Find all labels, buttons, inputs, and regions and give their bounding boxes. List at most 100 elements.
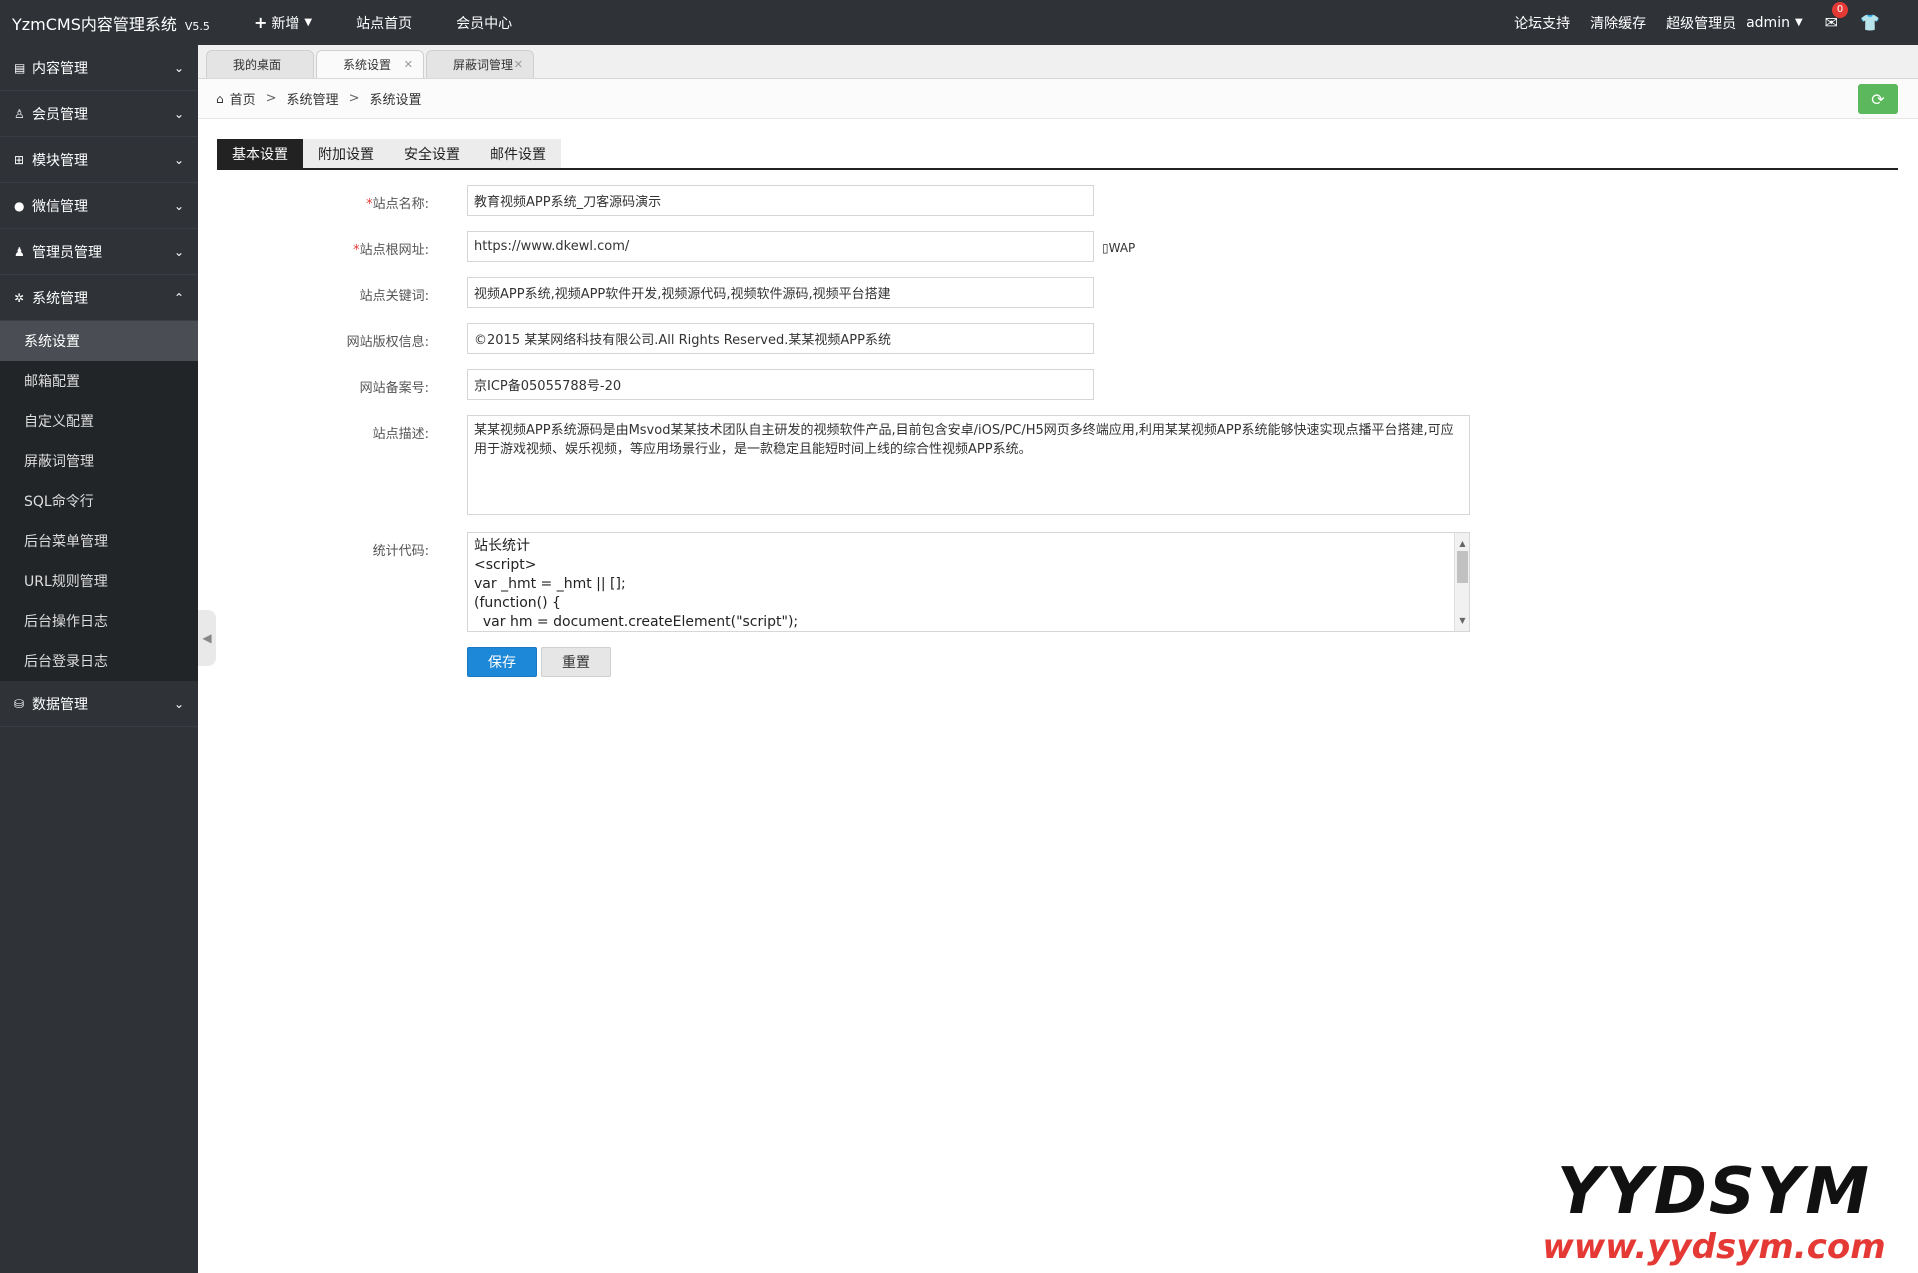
- sidebar-group-system[interactable]: ✲ 系统管理 ⌃: [0, 275, 198, 321]
- wechat-icon: ●: [14, 198, 25, 213]
- form-buttons: 保存 重置: [467, 647, 615, 677]
- user-role: 超级管理员: [1666, 15, 1737, 32]
- sidebar-item-login-log[interactable]: 后台登录日志: [0, 641, 198, 681]
- chevron-down-icon: ⌄: [173, 152, 184, 167]
- sidebar-item-operation-log[interactable]: 后台操作日志: [0, 601, 198, 641]
- icp-input[interactable]: 京ICP备05055788号-20: [467, 369, 1094, 400]
- form-row-site-name: *站点名称: 教育视频APP系统_刀客源码演示: [217, 185, 1898, 216]
- close-icon[interactable]: ✕: [514, 58, 523, 71]
- description-label: 站点描述:: [372, 427, 429, 442]
- forum-support-link[interactable]: 论坛支持: [1504, 13, 1580, 33]
- reset-button[interactable]: 重置: [541, 647, 611, 677]
- copyright-input[interactable]: ©2015 某某网络科技有限公司.All Rights Reserved.某某视…: [467, 323, 1094, 354]
- mail-icon[interactable]: ✉ 0: [1813, 2, 1850, 32]
- tab-extra-settings[interactable]: 附加设置: [303, 139, 389, 168]
- mobile-icon: ▯: [1102, 241, 1109, 255]
- watermark-big: YYDSYM: [1557, 1155, 1871, 1229]
- chevron-down-icon: ⌄: [173, 244, 184, 259]
- refresh-button[interactable]: ⟳: [1858, 84, 1898, 114]
- keywords-input[interactable]: 视频APP系统,视频APP软件开发,视频源代码,视频软件源码,视频平台搭建: [467, 277, 1094, 308]
- refresh-icon: ⟳: [1871, 89, 1885, 109]
- watermark-logo: YYDSYM www.yydsym.com: [1524, 1157, 1904, 1267]
- site-name-input[interactable]: 教育视频APP系统_刀客源码演示: [467, 185, 1094, 216]
- top-bar: YzmCMS内容管理系统 V5.5 + 新增 ▼ 站点首页 会员中心 论坛支持 清…: [0, 0, 1918, 45]
- sidebar-item-sql-console[interactable]: SQL命令行: [0, 481, 198, 521]
- chevron-down-icon: ⌄: [173, 106, 184, 121]
- wap-link[interactable]: ▯WAP: [1102, 231, 1135, 262]
- sidebar-group-member[interactable]: ♙ 会员管理 ⌄: [0, 91, 198, 137]
- sidebar-group-label: 系统管理: [32, 290, 88, 307]
- close-icon[interactable]: ✕: [404, 58, 413, 71]
- grid-icon: ⊞: [14, 152, 25, 167]
- sidebar-item-word-filter[interactable]: 屏蔽词管理: [0, 441, 198, 481]
- code-line: (function() {: [474, 595, 561, 611]
- sidebar-item-url-rules[interactable]: URL规则管理: [0, 561, 198, 601]
- breadcrumb: ⌂ 首页 > 系统管理 > 系统设置 ⟳: [198, 79, 1918, 119]
- form-row-icp: 网站备案号: 京ICP备05055788号-20: [217, 369, 1898, 400]
- icp-label: 网站备案号:: [359, 381, 429, 396]
- tab-security-settings[interactable]: 安全设置: [389, 139, 475, 168]
- site-name-label: *站点名称:: [366, 197, 429, 212]
- site-url-input[interactable]: https://www.dkewl.com/: [467, 231, 1094, 262]
- tab-basic-settings[interactable]: 基本设置: [217, 139, 303, 168]
- sidebar-group-label: 数据管理: [32, 696, 88, 713]
- sidebar-group-label: 微信管理: [32, 198, 88, 215]
- stats-code-textarea[interactable]: 站长统计 <script> var _hmt = _hmt || []; (fu…: [467, 532, 1470, 632]
- system-submenu: 系统设置 邮箱配置 自定义配置 屏蔽词管理 SQL命令行 后台菜单管理 URL规…: [0, 321, 198, 681]
- code-scrollbar[interactable]: ▲ ▼: [1454, 533, 1469, 631]
- chevron-down-icon: ⌄: [173, 60, 184, 75]
- user-menu[interactable]: 超级管理员 admin ▼: [1656, 13, 1813, 33]
- watermark-url: www.yydsym.com: [1542, 1227, 1886, 1267]
- breadcrumb-separator: >: [265, 91, 277, 106]
- site-url-label: *站点根网址:: [353, 243, 429, 258]
- code-line: 站长统计: [474, 538, 530, 554]
- top-nav: + 新增 ▼ 站点首页 会员中心: [232, 0, 534, 45]
- brand[interactable]: YzmCMS内容管理系统 V5.5: [0, 11, 232, 35]
- home-icon: ⌂: [216, 91, 224, 106]
- chevron-down-icon: ▼: [1794, 17, 1803, 28]
- sidebar-collapse-handle[interactable]: ◀: [198, 610, 216, 666]
- add-new-menu[interactable]: + 新增 ▼: [232, 0, 334, 45]
- tab-word-filter[interactable]: 屏蔽词管理 ✕: [426, 50, 534, 78]
- sidebar-group-admin[interactable]: ♟ 管理员管理 ⌄: [0, 229, 198, 275]
- description-textarea[interactable]: 某某视频APP系统源码是由Msvod某某技术团队自主研发的视频软件产品,目前包含…: [467, 415, 1470, 515]
- member-center-label: 会员中心: [456, 15, 513, 32]
- tab-label: 屏蔽词管理: [453, 58, 514, 72]
- tab-mail-settings[interactable]: 邮件设置: [475, 139, 561, 168]
- sidebar-item-mail-config[interactable]: 邮箱配置: [0, 361, 198, 401]
- plus-icon: +: [254, 13, 268, 32]
- tab-my-desktop[interactable]: 我的桌面: [206, 50, 314, 78]
- chevron-left-icon: ◀: [202, 631, 212, 645]
- site-home-label: 站点首页: [356, 15, 413, 32]
- sidebar-group-content[interactable]: ▤ 内容管理 ⌄: [0, 45, 198, 91]
- sidebar-group-wechat[interactable]: ● 微信管理 ⌄: [0, 183, 198, 229]
- breadcrumb-home[interactable]: 首页: [230, 89, 256, 108]
- tab-system-settings[interactable]: 系统设置 ✕: [316, 50, 424, 78]
- scroll-down-icon[interactable]: ▼: [1455, 611, 1469, 630]
- user-name: admin: [1746, 14, 1790, 31]
- admin-user-icon: ♟: [14, 244, 25, 259]
- theme-shirt-icon[interactable]: 👕: [1850, 13, 1890, 32]
- sidebar-item-admin-menu[interactable]: 后台菜单管理: [0, 521, 198, 561]
- brand-title: YzmCMS内容管理系统: [12, 14, 177, 34]
- database-icon: ⛁: [14, 696, 25, 711]
- site-home-link[interactable]: 站点首页: [334, 0, 434, 45]
- breadcrumb-system-manage[interactable]: 系统管理: [287, 89, 339, 108]
- sidebar-group-module[interactable]: ⊞ 模块管理 ⌄: [0, 137, 198, 183]
- save-button[interactable]: 保存: [467, 647, 537, 677]
- member-center-link[interactable]: 会员中心: [434, 0, 534, 45]
- sidebar-item-custom-config[interactable]: 自定义配置: [0, 401, 198, 441]
- breadcrumb-current: 系统设置: [369, 93, 422, 108]
- scrollbar-thumb[interactable]: [1457, 551, 1468, 583]
- code-line: var _hmt = _hmt || [];: [474, 576, 626, 592]
- chevron-up-icon: ⌃: [173, 290, 184, 305]
- sidebar: ▤ 内容管理 ⌄ ♙ 会员管理 ⌄ ⊞ 模块管理 ⌄ ● 微信管理 ⌄ ♟ 管理…: [0, 45, 198, 1273]
- sidebar-item-system-settings[interactable]: 系统设置: [0, 321, 198, 361]
- form-row-copyright: 网站版权信息: ©2015 某某网络科技有限公司.All Rights Rese…: [217, 323, 1898, 354]
- breadcrumb-separator: >: [348, 91, 360, 106]
- clear-cache-link[interactable]: 清除缓存: [1580, 13, 1656, 33]
- tab-label: 我的桌面: [233, 58, 282, 72]
- sidebar-group-data[interactable]: ⛁ 数据管理 ⌄: [0, 681, 198, 727]
- stats-code-label: 统计代码:: [372, 544, 429, 559]
- sidebar-group-label: 内容管理: [32, 60, 88, 77]
